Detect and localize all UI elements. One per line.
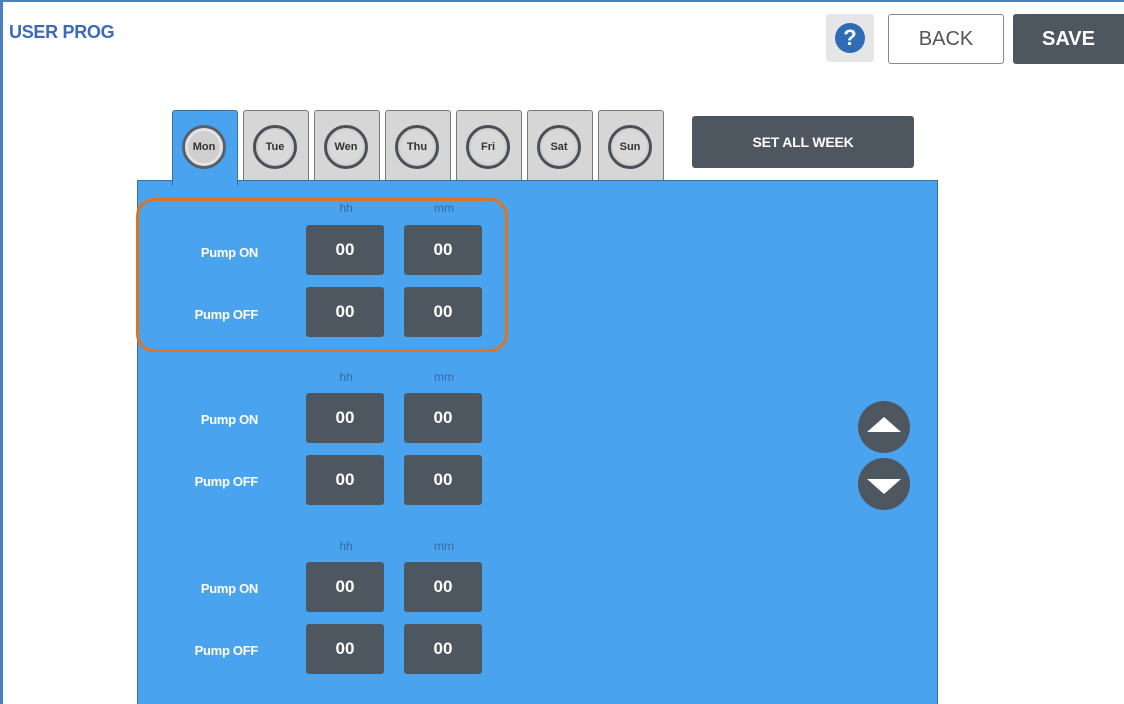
scroll-down-button[interactable]	[858, 458, 910, 510]
day-button-wen[interactable]: Wen	[324, 125, 368, 169]
arrow-up-icon	[867, 417, 901, 432]
tab-mon[interactable]: Mon	[172, 110, 238, 186]
tab-fri[interactable]: Fri	[456, 110, 522, 182]
window-left-border	[0, 0, 3, 704]
tab-sun[interactable]: Sun	[598, 110, 664, 182]
tab-sat[interactable]: Sat	[527, 110, 593, 182]
pump-on-minutes-field[interactable]: 00	[404, 225, 482, 275]
hours-column-label: hh	[339, 370, 353, 384]
pump-off-hours-field[interactable]: 00	[306, 287, 384, 337]
pump-on-minutes-field[interactable]: 00	[404, 562, 482, 612]
day-button-sun[interactable]: Sun	[608, 125, 652, 169]
minutes-column-label: mm	[434, 370, 454, 384]
pump-on-label: Pump ON	[200, 581, 258, 596]
pump-on-hours-field[interactable]: 00	[306, 393, 384, 443]
scroll-up-button[interactable]	[858, 401, 910, 453]
day-button-sat[interactable]: Sat	[537, 125, 581, 169]
question-circle-icon: ?	[835, 23, 865, 53]
day-button-tue[interactable]: Tue	[253, 125, 297, 169]
pump-off-label: Pump OFF	[194, 474, 259, 489]
back-button[interactable]: BACK	[888, 14, 1004, 64]
pump-on-minutes-field[interactable]: 00	[404, 393, 482, 443]
day-button-fri[interactable]: Fri	[466, 125, 510, 169]
tab-tue[interactable]: Tue	[243, 110, 309, 182]
pump-off-minutes-field[interactable]: 00	[404, 287, 482, 337]
time-slot-1: hh mm Pump ON 00 00 Pump OFF 00 00	[138, 201, 538, 361]
pump-off-label: Pump OFF	[194, 643, 259, 658]
pump-on-hours-field[interactable]: 00	[306, 225, 384, 275]
schedule-panel: hh mm Pump ON 00 00 Pump OFF 00 00 hh mm…	[137, 180, 938, 704]
minutes-column-label: mm	[434, 539, 454, 553]
minutes-column-label: mm	[434, 201, 454, 215]
time-slot-3: hh mm Pump ON 00 00 Pump OFF 00 00	[138, 539, 538, 699]
pump-on-label: Pump ON	[200, 245, 258, 260]
day-button-thu[interactable]: Thu	[395, 125, 439, 169]
hours-column-label: hh	[339, 201, 353, 215]
pump-off-minutes-field[interactable]: 00	[404, 455, 482, 505]
time-slot-2: hh mm Pump ON 00 00 Pump OFF 00 00	[138, 370, 538, 530]
arrow-down-icon	[867, 479, 901, 494]
tab-wen[interactable]: Wen	[314, 110, 380, 182]
pump-off-label: Pump OFF	[194, 307, 259, 322]
set-all-week-button[interactable]: SET ALL WEEK	[692, 116, 914, 168]
hours-column-label: hh	[339, 539, 353, 553]
day-button-mon[interactable]: Mon	[182, 125, 226, 169]
help-button[interactable]: ?	[826, 14, 874, 62]
pump-off-minutes-field[interactable]: 00	[404, 624, 482, 674]
window-top-border	[0, 0, 1124, 2]
pump-off-hours-field[interactable]: 00	[306, 624, 384, 674]
save-button[interactable]: SAVE	[1013, 14, 1124, 64]
tab-thu[interactable]: Thu	[385, 110, 451, 182]
pump-on-label: Pump ON	[200, 412, 258, 427]
pump-off-hours-field[interactable]: 00	[306, 455, 384, 505]
pump-on-hours-field[interactable]: 00	[306, 562, 384, 612]
page-title: USER PROG	[9, 22, 115, 42]
